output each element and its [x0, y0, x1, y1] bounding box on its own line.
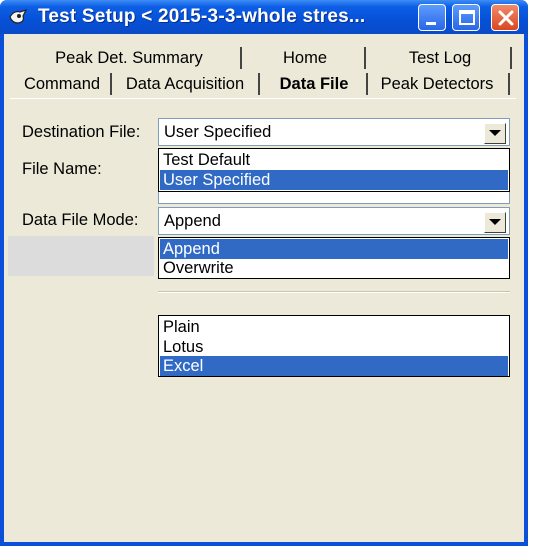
minimize-button[interactable] [418, 4, 446, 31]
tab-peak-det-summary[interactable]: Peak Det. Summary [28, 46, 230, 70]
data-file-mode-value: Append [164, 212, 221, 230]
tab-separator [366, 73, 368, 95]
destination-file-list[interactable]: Test Default User Specified [158, 148, 510, 192]
tab-separator [110, 73, 112, 95]
tab-panel-border [10, 98, 516, 99]
tab-separator [510, 47, 512, 69]
tab-test-log[interactable]: Test Log [370, 46, 510, 70]
tab-data-file[interactable]: Data File [266, 72, 362, 96]
file-format-list[interactable]: Plain Lotus Excel [158, 315, 510, 377]
list-item[interactable]: Lotus [160, 337, 508, 357]
tab-label: Data Acquisition [125, 74, 245, 93]
tab-separator [240, 47, 242, 69]
tab-label: Test Log [408, 48, 472, 67]
app-icon [8, 8, 28, 26]
tab-label: Home [282, 48, 327, 67]
title-bar[interactable]: Test Setup < 2015-3-3-whole stres... [0, 0, 528, 34]
tab-peak-detectors[interactable]: Peak Detectors [372, 72, 502, 96]
list-item[interactable]: Test Default [160, 150, 508, 170]
destination-file-label: Destination File: [22, 123, 141, 141]
tab-separator [508, 73, 510, 95]
tab-data-acquisition[interactable]: Data Acquisition [118, 72, 252, 96]
list-item[interactable]: Plain [160, 317, 508, 337]
destination-file-value: User Specified [164, 123, 272, 141]
data-file-mode-select[interactable]: Append [158, 207, 510, 235]
tab-home[interactable]: Home [248, 46, 362, 70]
data-file-mode-list[interactable]: Append Overwrite [158, 237, 510, 279]
dropdown-arrow-button[interactable] [484, 212, 506, 233]
tab-separator [258, 73, 260, 95]
list-item-selected[interactable]: Excel [160, 356, 508, 376]
data-file-mode-label: Data File Mode: [22, 211, 139, 229]
maximize-button[interactable] [452, 4, 480, 31]
tab-label: Peak Det. Summary [55, 48, 203, 67]
close-button[interactable] [491, 4, 519, 31]
tab-label: Peak Detectors [380, 74, 494, 93]
list-item-selected[interactable]: Append [160, 239, 508, 259]
window-title: Test Setup < 2015-3-3-whole stres... [38, 6, 366, 27]
list-item-selected[interactable]: User Specified [160, 170, 508, 190]
dropdown-arrow-button[interactable] [484, 123, 506, 144]
list-item[interactable]: Overwrite [160, 258, 508, 278]
tab-separator [364, 47, 366, 69]
disabled-area [8, 236, 154, 276]
file-name-label: File Name: [22, 160, 102, 178]
file-name-field[interactable] [158, 192, 510, 204]
window: Test Setup < 2015-3-3-whole stres... Pea… [0, 0, 528, 546]
dialog-client-area: Peak Det. Summary Home Test Log Command … [4, 34, 524, 542]
divider [158, 291, 510, 293]
tab-command[interactable]: Command [18, 72, 106, 96]
tab-label: Command [23, 74, 101, 93]
tab-label: Data File [279, 74, 349, 93]
destination-file-select[interactable]: User Specified [158, 118, 510, 146]
